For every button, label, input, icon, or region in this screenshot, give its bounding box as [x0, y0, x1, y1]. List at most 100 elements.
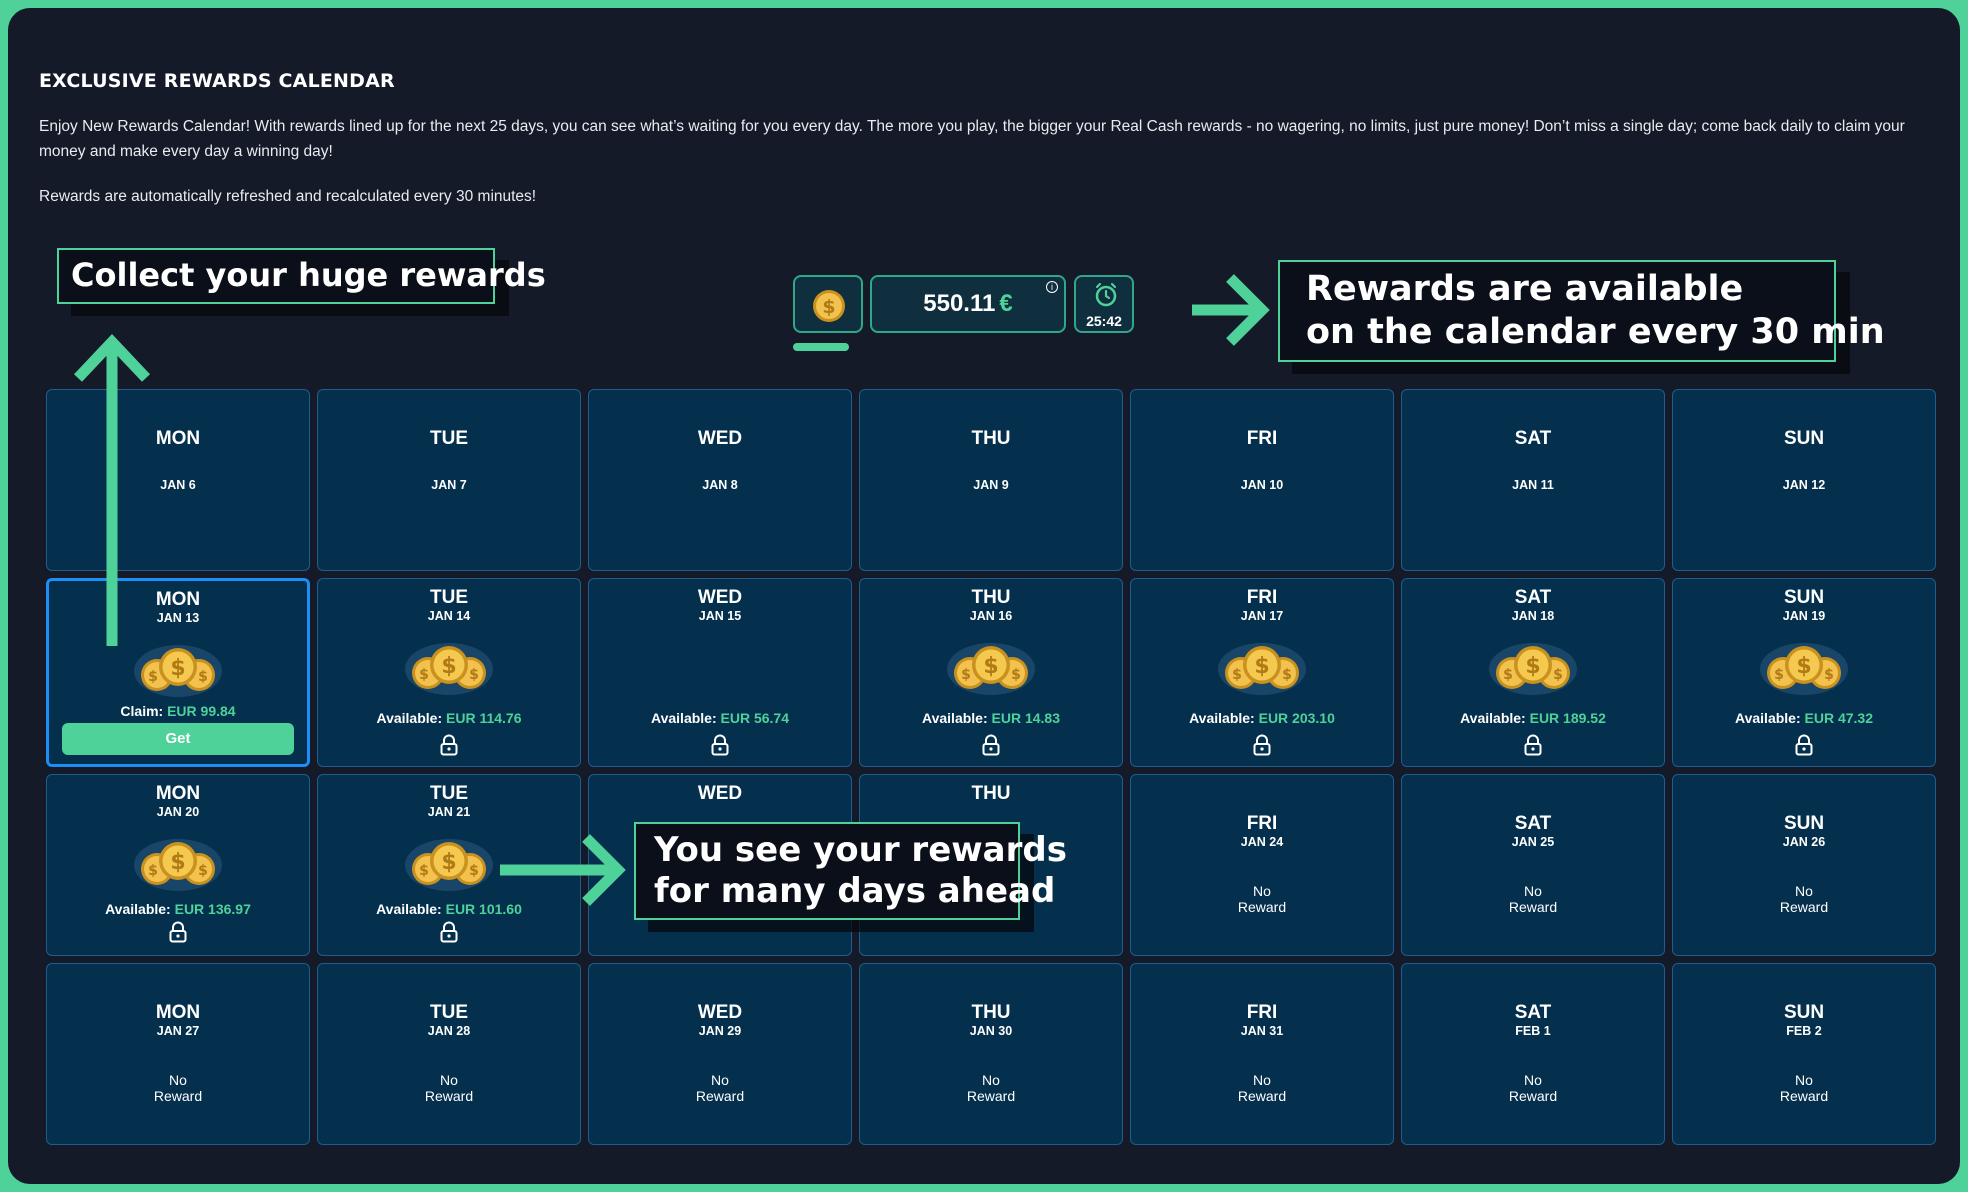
reward-label: Available:: [1460, 710, 1526, 726]
info-icon[interactable]: i: [1046, 281, 1058, 293]
date-label: JAN 21: [427, 805, 471, 819]
reward-label: Available:: [1735, 710, 1801, 726]
callout-ahead-line1: You see your rewards: [654, 830, 1067, 870]
day-label: SAT: [1514, 428, 1552, 449]
calendar-grid: MON JAN 6 TUE JAN 7 WED JAN 8 THU JAN 9 FRI JAN 1…: [46, 389, 1936, 1147]
coins-icon: $ $ $: [134, 839, 222, 891]
no-reward-text: Reward: [966, 1088, 1016, 1104]
reward-amount: EUR 56.74: [720, 710, 789, 726]
calendar-day-cell: MON JAN 27 No Reward: [46, 963, 310, 1145]
day-label: WED: [697, 587, 743, 608]
date-label: JAN 9: [973, 478, 1009, 492]
svg-text:$: $: [1774, 667, 1784, 683]
no-reward-text: No: [711, 1072, 729, 1088]
reward-label: Available:: [922, 710, 988, 726]
day-label: THU: [971, 1002, 1011, 1023]
date-label: FEB 1: [1515, 1024, 1551, 1038]
reward-amount: EUR 99.84: [167, 703, 236, 719]
svg-text:$: $: [983, 654, 998, 679]
calendar-day-cell: SUN JAN 26 No Reward: [1672, 774, 1936, 956]
day-label: TUE: [430, 587, 468, 608]
svg-text:$: $: [419, 667, 429, 683]
balance-amount: 550.11: [923, 290, 996, 317]
coins-icon: $ $ $: [947, 643, 1035, 695]
coin-tab[interactable]: $: [793, 275, 863, 333]
lock-icon: [711, 734, 729, 756]
page-title: EXCLUSIVE REWARDS CALENDAR: [39, 70, 395, 92]
reward-label: Available:: [1189, 710, 1255, 726]
arrow-right-icon: [500, 834, 626, 906]
no-reward-text: Reward: [1508, 1088, 1558, 1104]
day-label: SAT: [1514, 813, 1552, 834]
no-reward-text: Reward: [1237, 899, 1287, 915]
coins-icon: $ $ $: [1218, 643, 1306, 695]
svg-text:$: $: [1254, 654, 1269, 679]
arrow-right-icon: [1192, 274, 1270, 346]
reward-amount-text: Available: EUR 56.74: [589, 710, 851, 726]
calendar-day-cell: WED JAN 8: [588, 389, 852, 571]
svg-text:$: $: [822, 296, 835, 318]
calendar-day-cell: TUE JAN 7: [317, 389, 581, 571]
calendar-day-cell: SUN JAN 19 $ $ $ Available: EUR 47.32: [1672, 578, 1936, 767]
date-label: JAN 24: [1240, 835, 1284, 849]
calendar-day-cell: THU JAN 9: [859, 389, 1123, 571]
day-label: SUN: [1783, 587, 1825, 608]
date-label: JAN 7: [431, 478, 467, 492]
no-reward-text: Reward: [424, 1088, 474, 1104]
calendar-day-cell: SUN FEB 2 No Reward: [1672, 963, 1936, 1145]
svg-text:$: $: [441, 654, 456, 679]
no-reward-text: No: [1253, 883, 1271, 899]
calendar-day-cell: THU JAN 16 $ $ $ Available: EUR 14.83: [859, 578, 1123, 767]
reward-amount-text: Available: EUR 114.76: [318, 710, 580, 726]
date-label: JAN 19: [1782, 609, 1826, 623]
svg-text:$: $: [1503, 667, 1513, 683]
no-reward-text: Reward: [1508, 899, 1558, 915]
no-reward-text: No: [982, 1072, 1000, 1088]
coins-icon: $ $ $: [405, 643, 493, 695]
svg-text:$: $: [469, 863, 479, 879]
svg-text:$: $: [419, 863, 429, 879]
calendar-day-cell: SAT JAN 11: [1401, 389, 1665, 571]
timer-value: 25:42: [1086, 313, 1122, 329]
date-label: JAN 29: [698, 1024, 742, 1038]
lock-icon: [169, 921, 187, 943]
lock-icon: [440, 921, 458, 943]
date-label: JAN 10: [1240, 478, 1284, 492]
svg-text:$: $: [1796, 654, 1811, 679]
calendar-day-cell: THU JAN 30 No Reward: [859, 963, 1123, 1145]
no-reward-text: No: [1253, 1072, 1271, 1088]
calendar-day-cell: WED JAN 15 Available: EUR 56.74: [588, 578, 852, 767]
day-label: SUN: [1783, 1002, 1825, 1023]
date-label: FEB 2: [1786, 1024, 1822, 1038]
arrow-up-icon: [74, 333, 150, 646]
callout-available: Rewards are available on the calendar ev…: [1278, 260, 1885, 362]
day-label: FRI: [1246, 1002, 1278, 1023]
svg-text:$: $: [148, 863, 158, 879]
lock-icon: [1524, 734, 1542, 756]
day-label: SUN: [1783, 813, 1825, 834]
currency-symbol: €: [999, 290, 1013, 317]
get-reward-button[interactable]: Get: [62, 723, 294, 755]
reward-amount-text: Claim: EUR 99.84: [49, 703, 307, 719]
svg-text:$: $: [1553, 667, 1563, 683]
calendar-day-cell: TUE JAN 14 $ $ $ Available: EUR 114.76: [317, 578, 581, 767]
callout-ahead-line2: for many days ahead: [654, 871, 1056, 911]
reward-label: Claim:: [120, 703, 164, 719]
lock-icon: [1795, 734, 1813, 756]
svg-text:$: $: [441, 850, 456, 875]
day-label: MON: [155, 1002, 201, 1023]
description-text: Enjoy New Rewards Calendar! With rewards…: [39, 118, 1905, 160]
calendar-day-cell: FRI JAN 10: [1130, 389, 1394, 571]
coins-icon: $ $ $: [405, 839, 493, 891]
svg-text:$: $: [469, 667, 479, 683]
date-label: JAN 11: [1512, 478, 1554, 492]
date-label: JAN 8: [702, 478, 738, 492]
date-label: JAN 30: [969, 1024, 1013, 1038]
reward-label: Available:: [376, 710, 443, 726]
day-label: FRI: [1246, 813, 1278, 834]
calendar-day-cell: SAT JAN 18 $ $ $ Available: EUR 189.52: [1401, 578, 1665, 767]
day-label: FRI: [1246, 428, 1278, 449]
date-label: JAN 15: [698, 609, 742, 623]
no-reward-text: No: [1795, 1072, 1813, 1088]
calendar-day-cell: FRI JAN 24 No Reward: [1130, 774, 1394, 956]
